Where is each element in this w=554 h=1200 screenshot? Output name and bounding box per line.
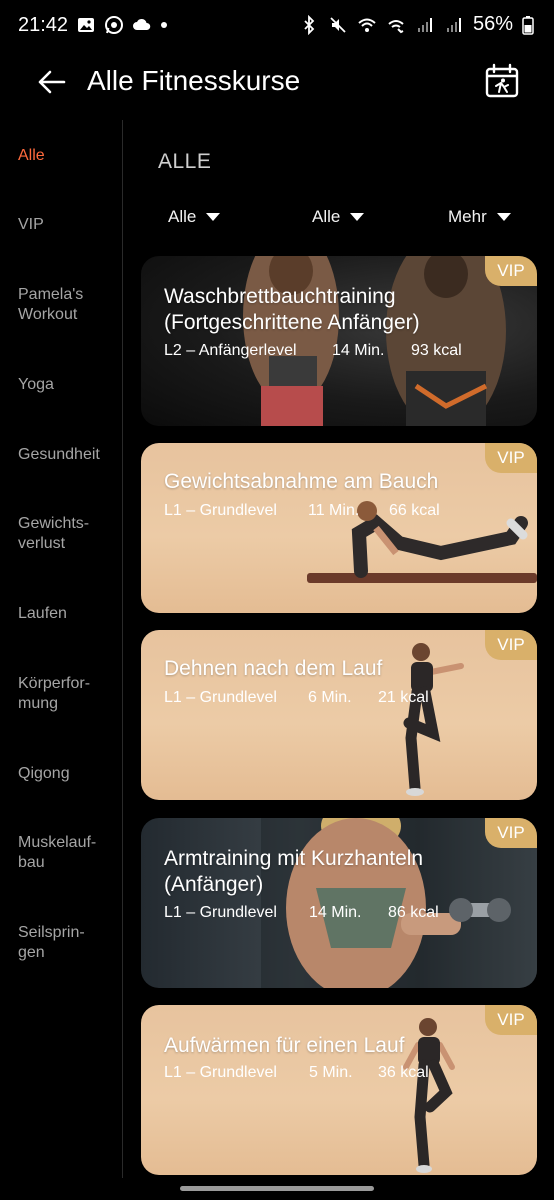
sidebar-item-qigong[interactable]: Qigong: [18, 764, 118, 784]
filter-label: Alle: [168, 207, 197, 226]
course-level: L1 – Grundlevel: [164, 904, 277, 921]
course-title: Aufwärmen für einen Lauf: [164, 1034, 405, 1057]
section-title: ALLE: [158, 150, 212, 173]
sidebar-item-laufen[interactable]: Laufen: [18, 604, 118, 624]
course-meta: L1 – Grundlevel 14 Min. 86 kcal: [164, 904, 439, 922]
filter-label: Alle: [312, 207, 341, 226]
course-level: L1 – Grundlevel: [164, 1064, 277, 1081]
course-duration: 14 Min.: [309, 904, 362, 921]
status-bar: 21:42 56%: [0, 0, 554, 52]
course-meta: L2 – Anfängerlevel 14 Min. 93 kcal: [164, 342, 462, 360]
filter-dropdown-more[interactable]: Mehr: [448, 207, 511, 227]
sidebar-item-seilspringen[interactable]: Seilsprin- gen: [18, 923, 118, 963]
gallery-icon: [78, 18, 94, 32]
signal-icon-2: [446, 17, 461, 32]
course-level: L1 – Grundlevel: [164, 502, 277, 519]
sidebar-item-gewichtsverlust[interactable]: Gewichts- verlust: [18, 514, 118, 554]
course-card[interactable]: Waschbrettbauchtraining (Fortgeschritten…: [141, 256, 537, 426]
dropdown-arrow-icon: [206, 213, 221, 221]
course-meta: L1 – Grundlevel 6 Min. 21 kcal: [164, 689, 429, 707]
battery-percent: 56%: [472, 13, 513, 35]
course-level: L1 – Grundlevel: [164, 689, 277, 706]
home-indicator[interactable]: [180, 1186, 374, 1191]
app-header: Alle Fitnesskurse: [0, 52, 554, 114]
course-title: Gewichtsabnahme am Bauch: [164, 470, 439, 493]
dropdown-arrow-icon: [350, 213, 365, 221]
status-time: 21:42: [18, 14, 69, 36]
course-title: Waschbrettbauchtraining (Fortgeschritten…: [164, 285, 420, 334]
cloud-icon: [133, 18, 151, 30]
course-meta: L1 – Grundlevel 5 Min. 36 kcal: [164, 1064, 429, 1082]
vip-badge: VIP: [485, 818, 537, 848]
vip-badge: VIP: [485, 256, 537, 286]
course-title: Dehnen nach dem Lauf: [164, 657, 383, 680]
battery-icon: [522, 15, 534, 35]
sidebar-item-muskelaufbau[interactable]: Muskelauf- bau: [18, 833, 118, 873]
sidebar-item-gesundheit[interactable]: Gesundheit: [18, 445, 118, 465]
course-kcal: 66 kcal: [389, 502, 440, 519]
sidebar-item-pamelas-workout[interactable]: Pamela's Workout: [18, 285, 118, 325]
page-title: Alle Fitnesskurse: [87, 65, 301, 96]
course-card[interactable]: Dehnen nach dem Lauf L1 – Grundlevel 6 M…: [141, 630, 537, 800]
vip-badge: VIP: [485, 1005, 537, 1035]
sidebar-item-alle[interactable]: Alle: [18, 146, 118, 166]
dropdown-arrow-icon: [496, 213, 511, 221]
category-sidebar: Alle VIP Pamela's Workout Yoga Gesundhei…: [0, 120, 123, 1178]
calendar-workout-icon[interactable]: [482, 61, 522, 101]
course-card[interactable]: Aufwärmen für einen Lauf L1 – Grundlevel…: [141, 1005, 537, 1175]
course-meta: L1 – Grundlevel 11 Min. 66 kcal: [164, 502, 440, 520]
wifi-call-icon: [388, 19, 404, 33]
course-card[interactable]: Armtraining mit Kurzhanteln (Anfänger) L…: [141, 818, 537, 988]
course-kcal: 21 kcal: [378, 689, 429, 706]
sidebar-item-koerperformung[interactable]: Körperfor- mung: [18, 674, 118, 714]
back-arrow-icon[interactable]: [34, 64, 70, 100]
course-kcal: 86 kcal: [388, 904, 439, 921]
vip-badge: VIP: [485, 630, 537, 660]
filter-dropdown-2[interactable]: Alle: [312, 207, 365, 227]
filter-dropdown-1[interactable]: Alle: [168, 207, 221, 227]
course-title: Armtraining mit Kurzhanteln (Anfänger): [164, 847, 424, 896]
course-duration: 5 Min.: [309, 1064, 353, 1081]
filter-label: Mehr: [448, 207, 487, 226]
vip-badge: VIP: [485, 443, 537, 473]
signal-icon: [417, 17, 432, 32]
whatsapp-icon: [105, 16, 123, 34]
course-card[interactable]: Gewichtsabnahme am Bauch L1 – Grundlevel…: [141, 443, 537, 613]
course-duration: 11 Min.: [308, 502, 360, 519]
course-duration: 14 Min.: [332, 342, 385, 359]
bluetooth-icon: [304, 14, 315, 35]
sidebar-item-yoga[interactable]: Yoga: [18, 375, 118, 395]
mute-icon: [330, 16, 346, 33]
course-kcal: 36 kcal: [378, 1064, 429, 1081]
course-level: L2 – Anfängerlevel: [164, 342, 297, 359]
sidebar-item-vip[interactable]: VIP: [18, 215, 118, 235]
wifi-icon: [358, 18, 376, 32]
course-duration: 6 Min.: [308, 689, 352, 706]
course-kcal: 93 kcal: [411, 342, 462, 359]
dot-icon: [161, 22, 167, 28]
